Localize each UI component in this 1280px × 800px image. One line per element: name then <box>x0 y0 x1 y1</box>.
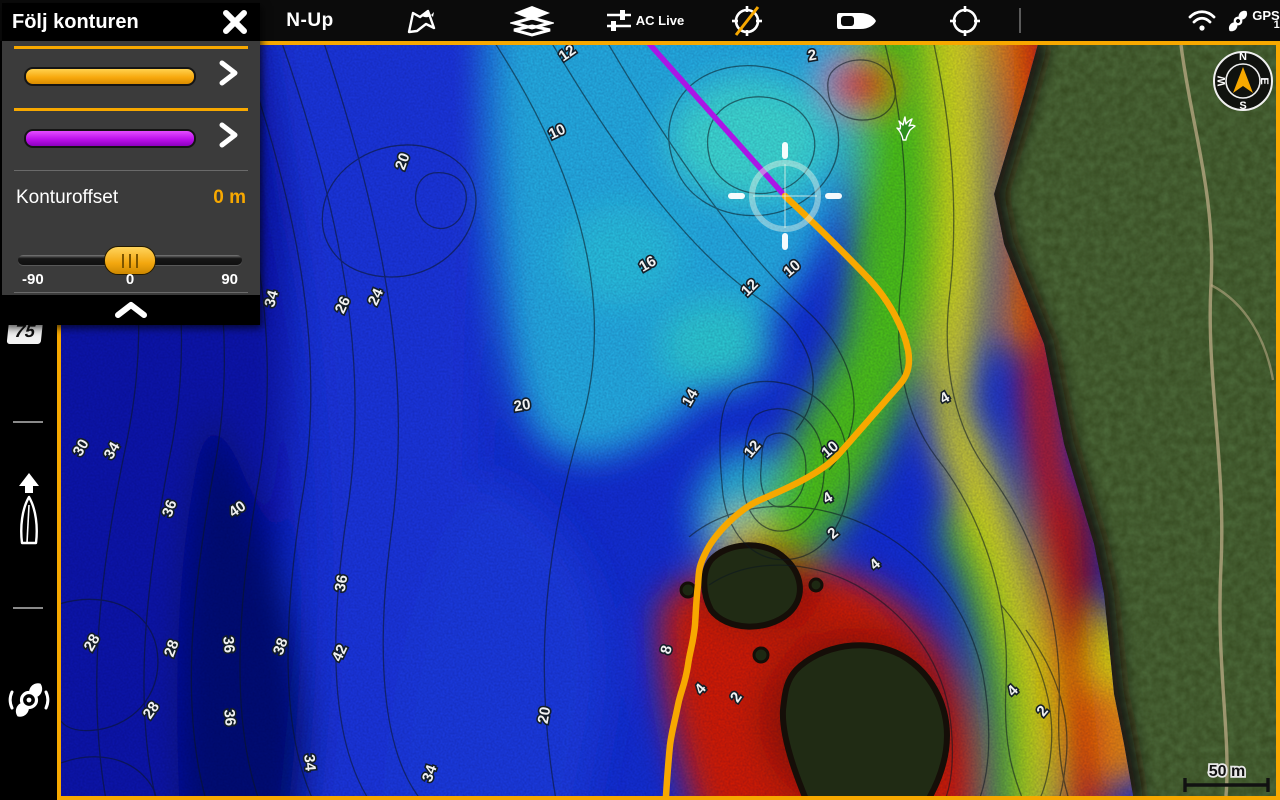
slider-center-label: 0 <box>126 271 134 288</box>
offset-label: Konturoffset <box>16 187 118 209</box>
sidebar-divider <box>13 607 43 609</box>
contour-offset-row: Konturoffset 0 m <box>16 187 246 209</box>
depth-contour-label: 36 <box>220 709 238 727</box>
cursor-target-icon[interactable] <box>942 0 988 41</box>
depth-contour-label: 20 <box>535 706 555 725</box>
scale-label: 50 m <box>1209 763 1245 780</box>
slider-max-label: 90 <box>221 271 238 288</box>
mark-waypoint-disabled-icon[interactable] <box>724 0 770 41</box>
panel-divider <box>14 292 248 293</box>
offset-value: 0 m <box>213 187 246 209</box>
panel-title: Följ konturen <box>12 11 139 34</box>
boat-icon[interactable] <box>832 0 882 41</box>
slider-min-label: -90 <box>22 271 44 288</box>
depth-contour-label: 36 <box>332 574 352 593</box>
orange-contour-swatch <box>24 67 196 86</box>
wifi-icon <box>1184 0 1220 41</box>
follow-contour-panel: Följ konturen Konturoffset 0 m <box>2 3 260 325</box>
gps-status: GPS 1 <box>1252 0 1280 41</box>
compass-rose: N E S W <box>1214 51 1272 112</box>
ac-live-button[interactable]: AC Live <box>602 0 688 41</box>
panel-header: Följ konturen <box>2 3 260 41</box>
layers-icon[interactable] <box>508 0 556 41</box>
panel-collapse-button[interactable] <box>2 295 260 325</box>
spot-lock-propeller-icon[interactable] <box>6 677 52 723</box>
chevron-right-icon <box>218 59 240 92</box>
contour-option-orange[interactable] <box>14 46 248 99</box>
depth-contour-label: 34 <box>300 754 318 773</box>
trolling-motor-propeller-icon <box>1222 0 1254 41</box>
sidebar-divider <box>13 421 43 423</box>
compass-w: W <box>1216 75 1228 86</box>
contour-option-purple[interactable] <box>14 108 248 161</box>
close-icon[interactable] <box>218 8 252 36</box>
compass-n: N <box>1239 51 1247 63</box>
orientation-mode-button[interactable]: N-Up <box>278 0 342 41</box>
compass-s: S <box>1239 100 1246 112</box>
toolbar-separator <box>1019 8 1021 33</box>
vessel-heading-icon[interactable] <box>10 471 48 549</box>
chartplotter-screen: N-Up AC Live <box>0 0 1280 800</box>
purple-contour-swatch <box>24 129 196 148</box>
chevron-right-icon <box>218 121 240 154</box>
ac-live-label: AC Live <box>636 13 684 28</box>
compass-e: E <box>1258 77 1270 84</box>
depth-contour-label: 36 <box>219 636 237 654</box>
sliders-icon <box>606 7 632 35</box>
contour-offset-slider[interactable] <box>18 255 242 265</box>
depth-contour-label: 20 <box>513 396 532 416</box>
panel-divider <box>14 170 248 171</box>
chart-fish-map-icon[interactable] <box>400 0 444 41</box>
chevron-up-icon <box>114 301 148 319</box>
